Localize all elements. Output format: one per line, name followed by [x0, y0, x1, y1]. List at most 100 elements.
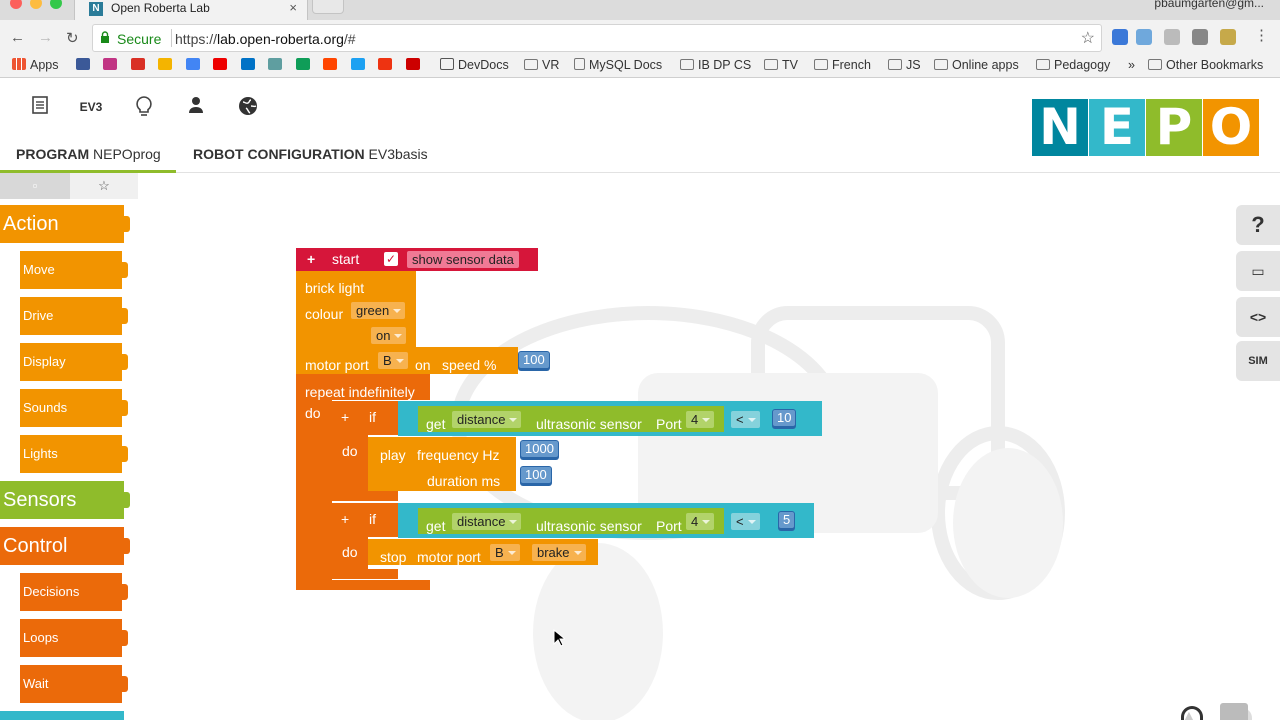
globe-language-icon[interactable] — [235, 96, 261, 122]
comment-button[interactable]: ▭ — [1236, 251, 1280, 291]
category-move[interactable]: Move — [20, 251, 128, 289]
new-tab-button[interactable] — [312, 0, 344, 14]
bookmark-vr[interactable]: VR — [524, 58, 559, 72]
compare-value-input-2[interactable]: 5 — [778, 511, 796, 531]
browser-tab[interactable]: N Open Roberta Lab × — [74, 0, 308, 20]
category-drive[interactable]: Drive — [20, 297, 128, 335]
help-button[interactable]: ? — [1236, 205, 1280, 245]
user-menu-icon[interactable] — [183, 96, 209, 122]
bookmark-french[interactable]: French — [814, 58, 871, 72]
bookmark-devdocs[interactable]: DevDocs — [440, 58, 509, 72]
bookmark-apps[interactable]: Apps — [12, 58, 59, 72]
oreilly-icon[interactable] — [405, 58, 420, 70]
light-mode-dropdown[interactable]: on — [371, 327, 407, 344]
category-control[interactable]: Control — [0, 527, 130, 565]
if-block-1[interactable]: + if — [332, 401, 398, 435]
menu-icon[interactable]: ⋮ — [1254, 26, 1269, 44]
motor-port-dropdown[interactable]: B — [378, 352, 408, 369]
expert-tab[interactable]: ☆ — [70, 173, 138, 199]
speed-value-input[interactable]: 100 — [518, 351, 550, 371]
category-action[interactable]: Action — [0, 205, 130, 243]
sensor-port-dropdown[interactable]: 4 — [686, 411, 715, 428]
compare-operator-dropdown[interactable]: < — [731, 513, 760, 530]
plus-icon[interactable]: + — [341, 404, 349, 430]
if-block-2[interactable]: + if — [332, 503, 398, 537]
bookmark-mysql-docs[interactable]: MySQL Docs — [574, 58, 662, 72]
sensor-mode-dropdown[interactable]: distance — [452, 411, 522, 428]
category-sounds[interactable]: Sounds — [20, 389, 128, 427]
document-menu-icon[interactable] — [27, 96, 53, 122]
outlook-icon[interactable] — [240, 58, 255, 70]
get-distance-block-2[interactable]: get distance ultrasonic sensor Port 4 — [418, 508, 724, 534]
translate-extension-icon[interactable] — [1136, 29, 1152, 45]
simulation-button[interactable]: SIM — [1236, 341, 1280, 381]
sensor-port-dropdown[interactable]: 4 — [686, 513, 715, 530]
beginner-tab[interactable]: ▫ — [0, 173, 70, 199]
motor-stop-block[interactable]: stop motor port B brake — [368, 539, 598, 565]
back-arrow-icon[interactable]: ← — [10, 29, 25, 46]
trash-icon[interactable] — [1220, 703, 1248, 720]
stop-port-dropdown[interactable]: B — [490, 544, 520, 561]
category-sensors[interactable]: Sensors — [0, 481, 130, 519]
facebook-icon[interactable] — [76, 58, 90, 70]
show-sensor-checkbox[interactable]: ✓ — [384, 252, 398, 266]
category-wait[interactable]: Wait — [20, 665, 128, 703]
robot-ev3-menu[interactable]: EV3 — [78, 100, 104, 126]
tab-program[interactable]: PROGRAM NEPOprog — [0, 140, 176, 173]
get-distance-block-1[interactable]: get distance ultrasonic sensor Port 4 — [418, 406, 724, 432]
drive-icon[interactable] — [295, 58, 310, 70]
code-view-button[interactable]: <> — [1236, 297, 1280, 337]
sensor-mode-dropdown[interactable]: distance — [452, 513, 522, 530]
lightbulb-help-icon[interactable] — [131, 96, 157, 122]
drive-extension-icon[interactable] — [1164, 29, 1180, 45]
reddit-icon[interactable] — [323, 58, 338, 70]
category-loops[interactable]: Loops — [20, 619, 128, 657]
reload-icon[interactable]: ↻ — [66, 29, 79, 47]
calendar-icon[interactable] — [185, 58, 200, 70]
bookmark-pedagogy[interactable]: Pedagogy — [1036, 58, 1110, 72]
colour-dropdown[interactable]: green — [351, 302, 406, 319]
url-bar[interactable]: Secure https://lab.open-roberta.org/# ☆ — [92, 24, 1102, 52]
bookmarks-overflow[interactable]: » — [1128, 58, 1135, 72]
play-tone-block[interactable]: play frequency Hz duration ms — [368, 437, 516, 491]
compare-value-input-1[interactable]: 10 — [772, 409, 797, 429]
bookmark-online-apps[interactable]: Online apps — [934, 58, 1019, 72]
slides-extension-icon[interactable] — [1220, 29, 1236, 45]
profile-name[interactable]: pbaumgarten@gm... — [1154, 0, 1264, 10]
category-display[interactable]: Display — [20, 343, 128, 381]
category-lights[interactable]: Lights — [20, 435, 128, 473]
youtube-icon[interactable] — [213, 58, 228, 70]
brick-light-block[interactable]: brick light colour green on — [296, 271, 416, 347]
close-window-button[interactable] — [10, 0, 22, 9]
motor-on-block[interactable]: motor port B on speed % — [296, 347, 518, 374]
bookmark-tv[interactable]: TV — [764, 58, 798, 72]
maximize-window-button[interactable] — [50, 0, 62, 9]
keep-icon[interactable] — [158, 58, 173, 70]
compare-operator-dropdown[interactable]: < — [731, 411, 760, 428]
category-math-partial[interactable] — [0, 711, 124, 720]
extension-icon[interactable] — [1112, 29, 1128, 45]
stop-mode-dropdown[interactable]: brake — [532, 544, 586, 561]
translate-icon[interactable] — [268, 58, 283, 70]
bookmark-ib-dp-cs[interactable]: IB DP CS — [680, 58, 751, 72]
start-block[interactable]: + start ✓ show sensor data — [296, 248, 538, 271]
url-text[interactable]: https://lab.open-roberta.org/# — [175, 31, 356, 47]
target-icon[interactable] — [378, 58, 393, 70]
duration-value-input[interactable]: 100 — [520, 466, 552, 486]
frequency-value-input[interactable]: 1000 — [520, 440, 559, 460]
instagram-icon[interactable] — [103, 58, 118, 70]
pocket-extension-icon[interactable] — [1192, 29, 1208, 45]
bookmark-js[interactable]: JS — [888, 58, 921, 72]
repeat-block[interactable]: repeat indefinitely — [296, 374, 430, 400]
forward-arrow-icon[interactable]: → — [38, 29, 53, 46]
tab-close-icon[interactable]: × — [289, 0, 297, 15]
bookmark-star-icon[interactable]: ☆ — [1081, 28, 1095, 48]
tab-robot-configuration[interactable]: ROBOT CONFIGURATION EV3basis — [193, 140, 428, 173]
minimize-window-button[interactable] — [30, 0, 42, 9]
plus-icon[interactable]: + — [307, 248, 315, 271]
plus-icon[interactable]: + — [341, 506, 349, 532]
gmail-icon[interactable] — [130, 58, 145, 70]
bookmark-other[interactable]: Other Bookmarks — [1148, 58, 1263, 72]
twitter-icon[interactable] — [350, 58, 365, 70]
category-decisions[interactable]: Decisions — [20, 573, 128, 611]
